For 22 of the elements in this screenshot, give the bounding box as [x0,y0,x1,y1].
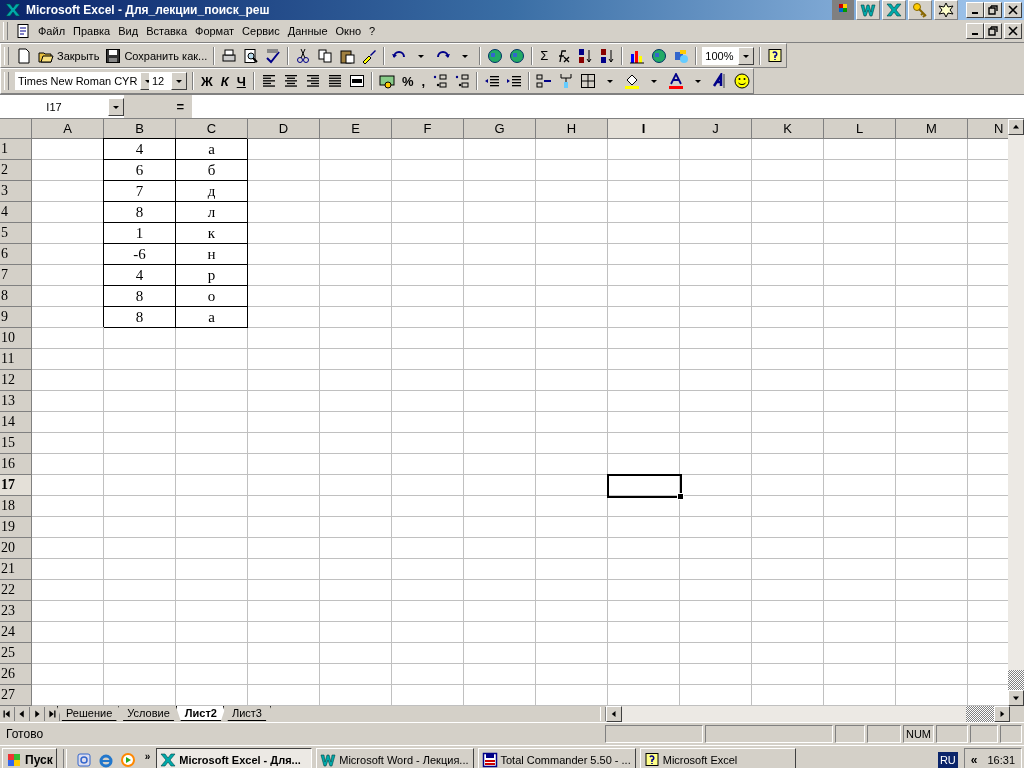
table-cell: 1 [104,223,176,244]
window-title: Microsoft Excel - Для_лекции_поиск_реш [26,3,270,17]
num-lock-indicator: NUM [902,725,934,743]
table-cell: 8 [104,307,176,328]
table-cell: -6 [104,244,176,265]
table-cell: б [176,160,248,181]
table-cell: д [176,181,248,202]
table-cell: 8 [104,202,176,223]
table-cell: к [176,223,248,244]
status-text: Готово [5,727,44,741]
table-cell: а [176,139,248,160]
table-cell: л [176,202,248,223]
table-cell: 4 [104,265,176,286]
table-cell: 8 [104,286,176,307]
clock: 16:31 [987,754,1015,766]
table-cell: о [176,286,248,307]
table-cell: н [176,244,248,265]
table-cell: 7 [104,181,176,202]
table-cell: 6 [104,160,176,181]
table-cell: 4 [104,139,176,160]
table-cell: р [176,265,248,286]
table-cell: а [176,307,248,328]
